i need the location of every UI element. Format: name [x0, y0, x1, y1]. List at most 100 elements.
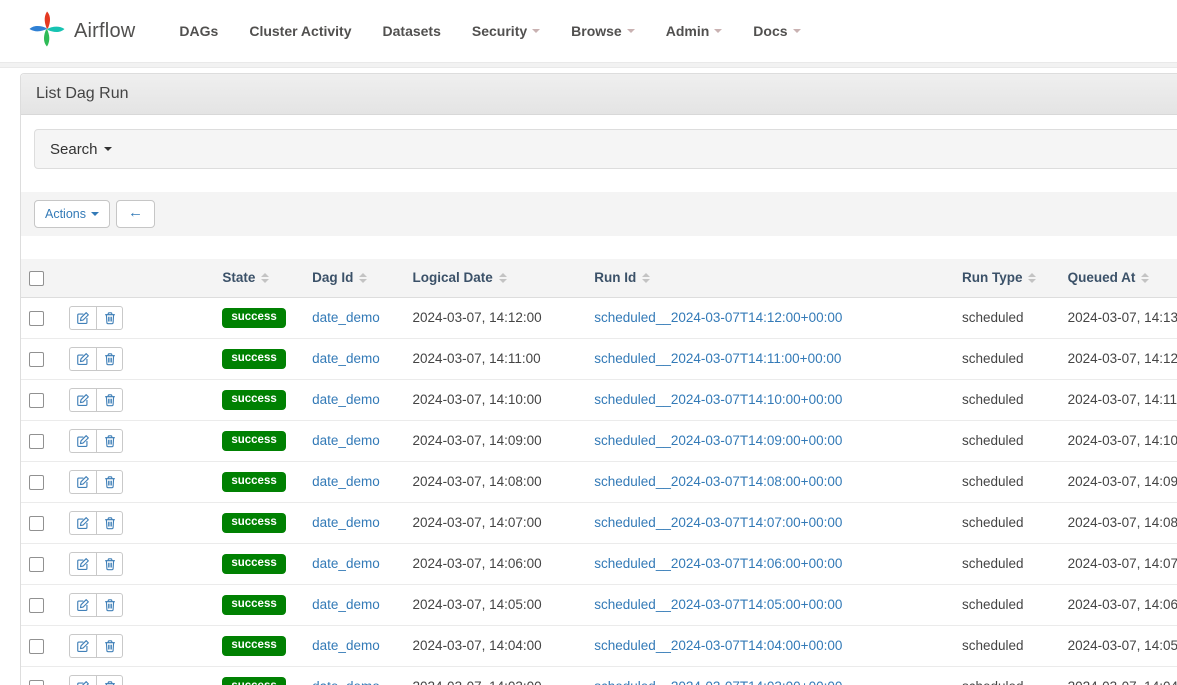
edit-record-button[interactable] [69, 675, 96, 685]
edit-record-button[interactable] [69, 593, 96, 617]
nav-item-admin[interactable]: Admin [666, 23, 723, 39]
status-badge: success [222, 472, 285, 492]
nav-item-docs[interactable]: Docs [753, 23, 800, 39]
status-badge: success [222, 308, 285, 328]
dag-id-link[interactable]: date_demo [312, 515, 380, 530]
delete-record-button[interactable] [96, 675, 123, 685]
edit-record-button[interactable] [69, 388, 96, 412]
table-row: success date_demo 2024-03-07, 14:08:00 s… [21, 461, 1177, 502]
status-badge: success [222, 595, 285, 615]
run-id-link[interactable]: scheduled__2024-03-07T14:04:00+00:00 [594, 638, 842, 653]
chevron-down-icon [627, 29, 635, 33]
row-checkbox[interactable] [29, 393, 44, 408]
dag-id-link[interactable]: date_demo [312, 351, 380, 366]
dag-id-link[interactable]: date_demo [312, 433, 380, 448]
queued-at-cell: 2024-03-07, 14:09:00 [1060, 461, 1177, 502]
delete-record-button[interactable] [96, 511, 123, 535]
column-header-run-id[interactable]: Run Id [594, 270, 650, 285]
logical-date-cell: 2024-03-07, 14:09:00 [405, 420, 587, 461]
nav-item-browse[interactable]: Browse [571, 23, 635, 39]
actions-button[interactable]: Actions [34, 200, 110, 228]
edit-record-button[interactable] [69, 511, 96, 535]
airflow-brand[interactable]: Airflow [28, 10, 135, 53]
delete-record-button[interactable] [96, 347, 123, 371]
dag-id-link[interactable]: date_demo [312, 392, 380, 407]
dag-id-link[interactable]: date_demo [312, 597, 380, 612]
trash-icon [103, 352, 117, 366]
edit-record-button[interactable] [69, 552, 96, 576]
search-dropdown[interactable]: Search [34, 129, 1177, 169]
dag-id-link[interactable]: date_demo [312, 679, 380, 685]
trash-icon [103, 393, 117, 407]
status-badge: success [222, 513, 285, 533]
row-checkbox[interactable] [29, 311, 44, 326]
run-id-link[interactable]: scheduled__2024-03-07T14:07:00+00:00 [594, 515, 842, 530]
delete-record-button[interactable] [96, 593, 123, 617]
run-id-link[interactable]: scheduled__2024-03-07T14:03:00+00:00 [594, 679, 842, 685]
run-id-link[interactable]: scheduled__2024-03-07T14:11:00+00:00 [594, 351, 841, 366]
table-row: success date_demo 2024-03-07, 14:06:00 s… [21, 543, 1177, 584]
trash-icon [103, 680, 117, 685]
queued-at-cell: 2024-03-07, 14:08:00 [1060, 502, 1177, 543]
edit-record-button[interactable] [69, 429, 96, 453]
column-header-queued-at[interactable]: Queued At [1068, 270, 1150, 285]
table-row: success date_demo 2024-03-07, 14:09:00 s… [21, 420, 1177, 461]
sort-icon [359, 273, 367, 283]
run-type-cell: scheduled [954, 543, 1060, 584]
status-badge: success [222, 677, 285, 685]
queued-at-cell: 2024-03-07, 14:04:00 [1060, 666, 1177, 685]
sort-icon [499, 273, 507, 283]
nav-item-cluster-activity[interactable]: Cluster Activity [249, 23, 351, 39]
column-header-logical-date[interactable]: Logical Date [413, 270, 507, 285]
run-id-link[interactable]: scheduled__2024-03-07T14:06:00+00:00 [594, 556, 842, 571]
sort-icon [1028, 273, 1036, 283]
delete-record-button[interactable] [96, 429, 123, 453]
nav-item-security[interactable]: Security [472, 23, 540, 39]
run-id-link[interactable]: scheduled__2024-03-07T14:09:00+00:00 [594, 433, 842, 448]
delete-record-button[interactable] [96, 634, 123, 658]
column-header-dag-id[interactable]: Dag Id [312, 270, 367, 285]
back-button[interactable]: ← [116, 200, 155, 228]
run-type-cell: scheduled [954, 502, 1060, 543]
run-id-link[interactable]: scheduled__2024-03-07T14:12:00+00:00 [594, 310, 842, 325]
edit-record-button[interactable] [69, 306, 96, 330]
table-row: success date_demo 2024-03-07, 14:03:00 s… [21, 666, 1177, 685]
run-id-link[interactable]: scheduled__2024-03-07T14:05:00+00:00 [594, 597, 842, 612]
delete-record-button[interactable] [96, 470, 123, 494]
status-badge: success [222, 554, 285, 574]
row-checkbox[interactable] [29, 516, 44, 531]
edit-record-button[interactable] [69, 634, 96, 658]
row-checkbox[interactable] [29, 639, 44, 654]
column-header-state[interactable]: State [222, 270, 269, 285]
status-badge: success [222, 636, 285, 656]
select-all-checkbox[interactable] [29, 271, 44, 286]
dag-id-link[interactable]: date_demo [312, 556, 380, 571]
delete-record-button[interactable] [96, 552, 123, 576]
nav-item-dags[interactable]: DAGs [179, 23, 218, 39]
back-arrow-icon: ← [128, 204, 143, 222]
dag-id-link[interactable]: date_demo [312, 638, 380, 653]
row-checkbox[interactable] [29, 598, 44, 613]
queued-at-cell: 2024-03-07, 14:11:00 [1060, 379, 1177, 420]
row-checkbox[interactable] [29, 434, 44, 449]
row-checkbox[interactable] [29, 352, 44, 367]
delete-record-button[interactable] [96, 306, 123, 330]
run-type-cell: scheduled [954, 461, 1060, 502]
nav-item-datasets[interactable]: Datasets [383, 23, 441, 39]
row-checkbox[interactable] [29, 680, 44, 685]
edit-record-button[interactable] [69, 470, 96, 494]
chevron-down-icon [714, 29, 722, 33]
run-id-link[interactable]: scheduled__2024-03-07T14:10:00+00:00 [594, 392, 842, 407]
dag-id-link[interactable]: date_demo [312, 310, 380, 325]
dag-id-link[interactable]: date_demo [312, 474, 380, 489]
run-type-cell: scheduled [954, 338, 1060, 379]
run-id-link[interactable]: scheduled__2024-03-07T14:08:00+00:00 [594, 474, 842, 489]
dag-run-table: State Dag Id Logical Date Run Id Run Typ… [21, 259, 1177, 685]
row-checkbox[interactable] [29, 475, 44, 490]
edit-record-button[interactable] [69, 347, 96, 371]
row-checkbox[interactable] [29, 557, 44, 572]
navbar: Airflow DAGs Cluster Activity Datasets S… [0, 0, 1177, 62]
sort-icon [261, 273, 269, 283]
delete-record-button[interactable] [96, 388, 123, 412]
column-header-run-type[interactable]: Run Type [962, 270, 1037, 285]
